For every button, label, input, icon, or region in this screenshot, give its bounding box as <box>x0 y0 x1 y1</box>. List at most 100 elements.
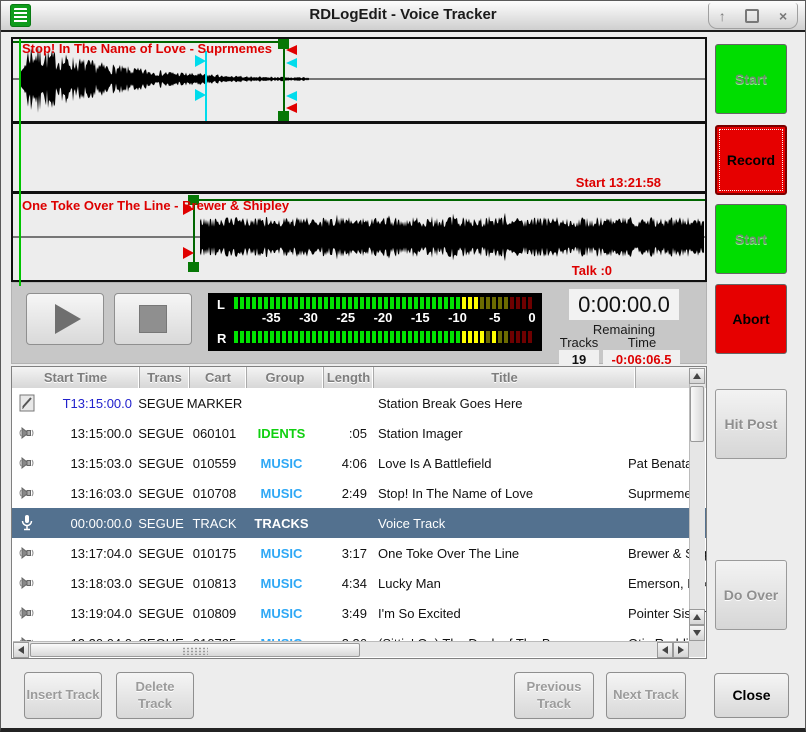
row-length: 4:34 <box>320 576 370 591</box>
row-title: I'm So Excited <box>370 606 624 621</box>
row-type-icon <box>12 394 42 412</box>
titlebar[interactable]: RDLogEdit - Voice Tracker ↑ × <box>1 1 805 32</box>
row-start-time: 13:17:04.0 <box>42 546 136 561</box>
audio-level-meter: L -35-30-25-20-15-10-50 R <box>208 293 542 351</box>
meter-right-label: R <box>217 331 226 346</box>
start-button-1[interactable]: Start <box>715 44 787 114</box>
column-header-cart[interactable]: Cart <box>190 367 247 388</box>
row-group: MUSIC <box>243 606 320 621</box>
table-row[interactable]: 13:15:00.0 SEGUE 060101 IDENTS :05 Stati… <box>12 418 706 448</box>
scroll-left-button[interactable] <box>13 642 29 658</box>
waveform-track-2[interactable]: One Toke Over The Line - Brewer & Shiple… <box>13 194 705 280</box>
row-cart: 010175 <box>186 546 243 561</box>
row-trans: SEGUE <box>136 576 186 591</box>
segue-start-label: Start 13:21:58 <box>576 175 661 190</box>
row-type-icon <box>12 425 42 441</box>
column-header-trans[interactable]: Trans <box>140 367 190 388</box>
row-trans: SEGUE <box>136 516 186 531</box>
remaining-tracks-label: Tracks <box>554 335 604 350</box>
maximize-window-icon[interactable] <box>745 9 759 23</box>
row-title: Voice Track <box>370 516 624 531</box>
row-trans: SEGUE <box>136 546 186 561</box>
window-title: RDLogEdit - Voice Tracker <box>1 1 805 30</box>
do-over-button[interactable]: Do Over <box>715 560 787 630</box>
row-type-icon <box>12 575 42 591</box>
close-window-icon[interactable]: × <box>779 9 787 23</box>
row-start-time: 13:16:03.0 <box>42 486 136 501</box>
column-header-group[interactable]: Group <box>247 367 324 388</box>
row-trans: SEGUE <box>136 606 186 621</box>
table-row[interactable]: 13:15:03.0 SEGUE 010559 MUSIC 4:06 Love … <box>12 448 706 478</box>
row-start-time: 13:18:03.0 <box>42 576 136 591</box>
row-start-time: 13:19:04.0 <box>42 606 136 621</box>
track1-title: Stop! In The Name of Love - Suprmemes <box>22 41 272 56</box>
row-start-time: 00:00:00.0 <box>42 516 136 531</box>
table-row[interactable]: 13:18:03.0 SEGUE 010813 MUSIC 4:34 Lucky… <box>12 568 706 598</box>
row-cart: TRACK <box>186 516 243 531</box>
meter-right-bar <box>234 331 532 343</box>
start-button-2[interactable]: Start <box>715 204 787 274</box>
row-type-icon <box>12 514 42 532</box>
scrollbar-corner <box>689 641 705 657</box>
voice-tracker-window: RDLogEdit - Voice Tracker ↑ × Stop! In T… <box>0 0 806 732</box>
column-header-length[interactable]: Length <box>324 367 374 388</box>
previous-track-button[interactable]: Previous Track <box>514 672 594 719</box>
waveform-track-1[interactable]: Stop! In The Name of Love - Suprmemes <box>13 39 705 124</box>
scroll-up-button-bottom[interactable] <box>689 609 705 625</box>
scroll-left-button-right[interactable] <box>657 642 673 658</box>
row-title: Stop! In The Name of Love <box>370 486 624 501</box>
scroll-up-button[interactable] <box>689 368 705 384</box>
row-cart: 010708 <box>186 486 243 501</box>
scroll-down-button[interactable] <box>689 625 705 641</box>
table-row[interactable]: 13:16:03.0 SEGUE 010708 MUSIC 2:49 Stop!… <box>12 478 706 508</box>
table-row[interactable]: T13:15:00.0 SEGUE MARKER Station Break G… <box>12 388 706 418</box>
elapsed-time-display: 0:00:00.0 <box>569 289 679 320</box>
row-length: 3:17 <box>320 546 370 561</box>
transport-strip: L -35-30-25-20-15-10-50 R 0:00:00.0 Rema… <box>11 282 707 364</box>
table-row[interactable]: 13:19:04.0 SEGUE 010809 MUSIC 3:49 I'm S… <box>12 598 706 628</box>
row-length: :05 <box>320 426 370 441</box>
meter-left-bar <box>234 297 532 309</box>
row-group: MUSIC <box>243 576 320 591</box>
hit-post-button[interactable]: Hit Post <box>715 389 787 459</box>
talk-time-label: Talk :0 <box>572 263 612 278</box>
row-cart: 010559 <box>186 456 243 471</box>
row-group: TRACKS <box>243 516 320 531</box>
log-table-header: Start Time Trans Cart Group Length Title <box>12 367 706 389</box>
log-table-body: T13:15:00.0 SEGUE MARKER Station Break G… <box>12 388 706 658</box>
horizontal-scroll-thumb[interactable] <box>30 643 360 657</box>
scroll-right-button[interactable] <box>673 642 689 658</box>
play-button[interactable] <box>26 293 104 345</box>
vertical-scroll-thumb[interactable] <box>690 386 704 442</box>
stop-icon <box>139 305 167 333</box>
table-row[interactable]: 00:00:00.0 SEGUE TRACK TRACKS Voice Trac… <box>12 508 706 538</box>
shade-window-icon[interactable]: ↑ <box>719 9 726 23</box>
row-group: MUSIC <box>243 456 320 471</box>
track2-title: One Toke Over The Line - Brewer & Shiple… <box>22 198 289 213</box>
abort-button[interactable]: Abort <box>715 284 787 354</box>
table-row[interactable]: 13:17:04.0 SEGUE 010175 MUSIC 3:17 One T… <box>12 538 706 568</box>
row-type-icon <box>12 485 42 501</box>
row-title: Station Imager <box>370 426 624 441</box>
next-track-button[interactable]: Next Track <box>606 672 686 719</box>
close-button[interactable]: Close <box>714 673 789 718</box>
track1-talk-marker[interactable] <box>195 51 206 121</box>
row-group: IDENTS <box>243 426 320 441</box>
vertical-scrollbar[interactable] <box>689 368 705 657</box>
record-button[interactable]: Record <box>715 125 787 195</box>
horizontal-scrollbar[interactable] <box>13 641 689 657</box>
delete-track-button[interactable]: Delete Track <box>116 672 194 719</box>
row-trans: SEGUE <box>136 426 186 441</box>
row-trans: SEGUE <box>136 456 186 471</box>
stop-button[interactable] <box>114 293 192 345</box>
row-cart: 010809 <box>186 606 243 621</box>
column-header-title[interactable]: Title <box>374 367 636 388</box>
insert-track-button[interactable]: Insert Track <box>24 672 102 719</box>
row-group: MUSIC <box>243 486 320 501</box>
row-title: Love Is A Battlefield <box>370 456 624 471</box>
row-length: 3:49 <box>320 606 370 621</box>
row-type-icon <box>12 605 42 621</box>
row-start-time: 13:15:03.0 <box>42 456 136 471</box>
column-header-start-time[interactable]: Start Time <box>12 367 140 388</box>
row-start-time: T13:15:00.0 <box>42 396 136 411</box>
